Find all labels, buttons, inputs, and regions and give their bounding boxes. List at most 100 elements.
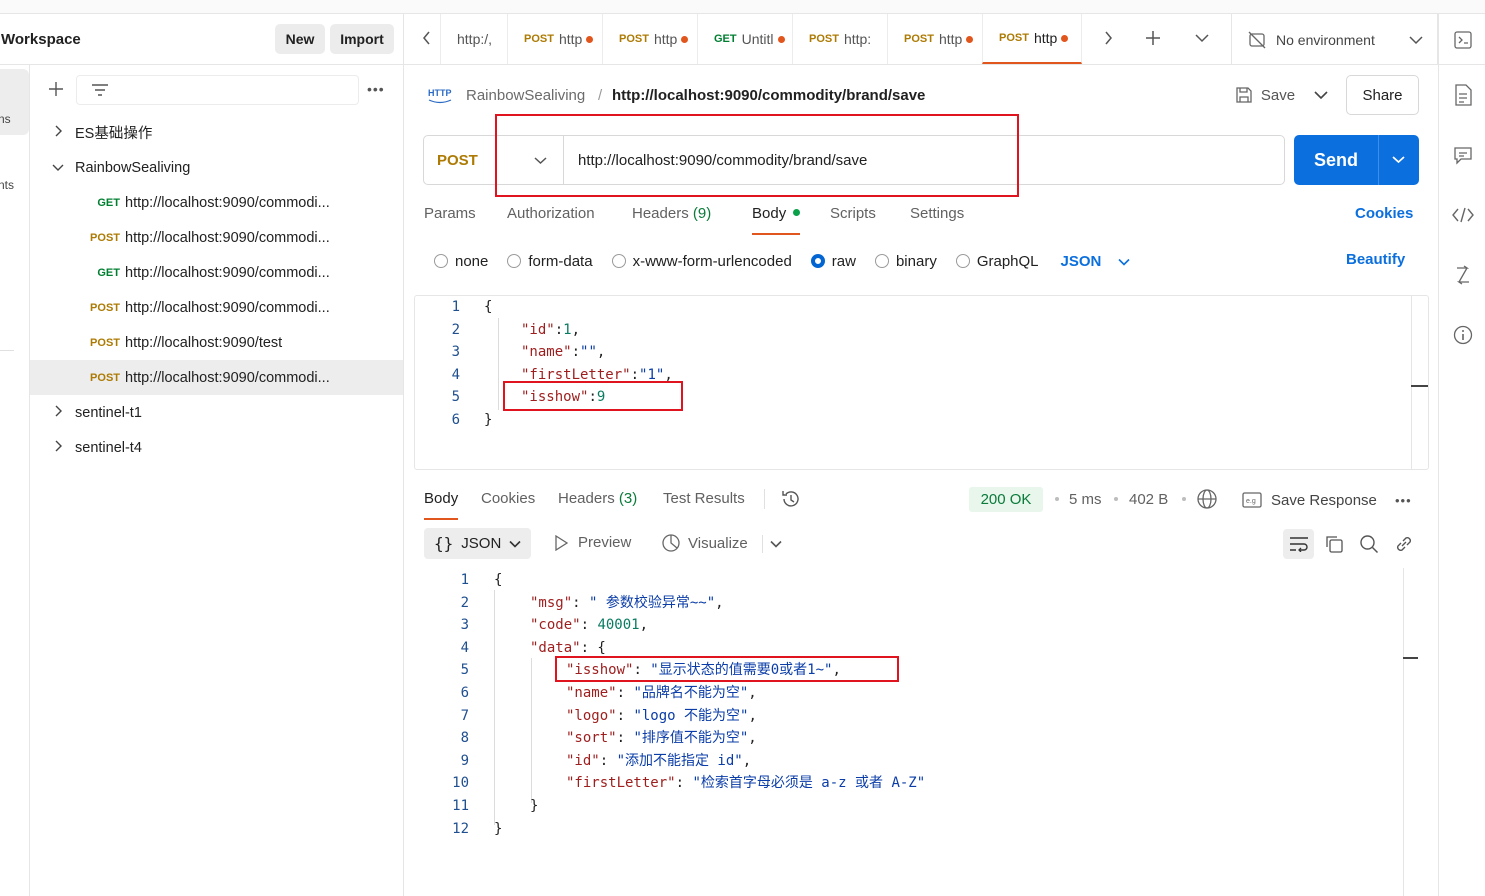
code-line: "id": "添加不能指定 id",: [566, 750, 751, 773]
code-token: :: [616, 730, 634, 747]
radio-label: none: [455, 252, 489, 270]
request-item[interactable]: GET http://localhost:9090/commodi...: [30, 185, 403, 220]
response-tab-body[interactable]: Body: [424, 490, 459, 520]
cookies-link[interactable]: Cookies: [1355, 205, 1413, 222]
line-number: 4: [451, 366, 460, 383]
request-tab[interactable]: POST http: [602, 14, 697, 64]
more-icon[interactable]: •••: [367, 81, 385, 97]
new-button[interactable]: New: [275, 24, 325, 54]
request-tab-active[interactable]: POST http: [982, 14, 1082, 64]
radio-none[interactable]: none: [434, 253, 488, 270]
code-token: ,: [596, 344, 606, 361]
editor-scrollbar[interactable]: [1411, 296, 1412, 469]
preview-button[interactable]: Preview: [554, 534, 631, 551]
new-tab-icon[interactable]: [1145, 30, 1161, 46]
radio-binary[interactable]: binary: [874, 253, 937, 270]
folder-row[interactable]: sentinel-t4: [30, 430, 403, 465]
more-icon[interactable]: •••: [1395, 493, 1412, 508]
request-tab[interactable]: http:/,: [440, 14, 507, 64]
request-tab[interactable]: POST http: [887, 14, 982, 64]
method-badge: POST: [90, 336, 120, 349]
code-token: ,: [748, 685, 757, 701]
send-button[interactable]: Send: [1294, 135, 1419, 185]
response-tab-cookies[interactable]: Cookies: [481, 490, 535, 507]
beautify-link[interactable]: Beautify: [1346, 251, 1405, 268]
code-token: :: [580, 617, 598, 634]
save-response-icon: e.g: [1242, 492, 1262, 508]
folder-row[interactable]: RainbowSealiving: [30, 150, 403, 185]
tab-params[interactable]: Params: [424, 205, 476, 222]
sidebar: ••• ES基础操作 RainbowSealiving GET http://l…: [30, 65, 404, 896]
info-icon[interactable]: [1453, 325, 1473, 345]
request-tab[interactable]: POST http:: [792, 14, 887, 64]
folder-row[interactable]: sentinel-t1: [30, 395, 403, 430]
radio-urlencoded[interactable]: x-www-form-urlencoded: [611, 253, 792, 270]
code-line: }: [484, 409, 492, 432]
radio-raw[interactable]: raw: [810, 253, 856, 270]
tab-headers[interactable]: Headers (9): [632, 205, 711, 222]
code-token: "logo 不能为空": [633, 707, 749, 724]
preview-label: Preview: [578, 534, 632, 551]
chevron-down-icon[interactable]: [1314, 90, 1328, 100]
tab-authorization[interactable]: Authorization: [507, 205, 595, 222]
comments-icon[interactable]: [1453, 145, 1473, 165]
search-icon[interactable]: [1359, 534, 1379, 554]
request-tab[interactable]: GET Untitl: [697, 14, 792, 64]
link-icon[interactable]: [1394, 534, 1414, 554]
wrap-icon: [1289, 536, 1309, 552]
request-item-selected[interactable]: POST http://localhost:9090/commodi...: [30, 360, 403, 395]
body-format-select[interactable]: JSON: [1061, 253, 1130, 270]
sidebar-toolbar: •••: [30, 65, 403, 115]
radio-form-data[interactable]: form-data: [507, 253, 593, 270]
copy-icon[interactable]: [1324, 534, 1344, 554]
import-button[interactable]: Import: [330, 24, 394, 54]
line-number: 9: [460, 752, 469, 769]
code-icon[interactable]: [1452, 207, 1474, 223]
environment-selector[interactable]: No environment: [1231, 14, 1438, 65]
request-item[interactable]: POST http://localhost:9090/commodi...: [30, 220, 403, 255]
folder-row[interactable]: ES基础操作: [30, 115, 403, 150]
request-tab[interactable]: POST http: [507, 14, 602, 64]
radio-label: GraphQL: [976, 252, 1039, 270]
filter-input[interactable]: [76, 75, 359, 105]
play-icon: [554, 534, 568, 551]
left-rail: ns nts: [0, 65, 30, 896]
code-token: ,: [742, 752, 752, 769]
globe-icon[interactable]: [1196, 488, 1218, 510]
chevron-down-icon[interactable]: [1392, 155, 1405, 164]
breadcrumb-collection[interactable]: RainbowSealiving: [466, 87, 585, 104]
request-item[interactable]: POST http://localhost:9090/test: [30, 325, 403, 360]
response-tab-test-results[interactable]: Test Results: [663, 490, 745, 507]
add-icon[interactable]: [46, 79, 66, 99]
chevron-left-icon[interactable]: [422, 31, 432, 45]
chevron-down-icon: [509, 540, 521, 548]
chevron-right-icon[interactable]: [1103, 31, 1113, 45]
save-button[interactable]: Save: [1225, 75, 1305, 115]
tab-body[interactable]: Body: [752, 205, 801, 235]
tab-label: Untitl: [741, 31, 774, 47]
api-icon[interactable]: [1453, 30, 1473, 50]
chevron-down-icon[interactable]: [770, 540, 782, 548]
chevron-down-icon[interactable]: [1195, 33, 1209, 43]
code-token: ,: [715, 594, 724, 611]
code-token: "id": [521, 321, 555, 338]
line-number: 3: [460, 617, 469, 634]
viewer-scrollbar[interactable]: [1403, 568, 1404, 896]
response-tab-headers[interactable]: Headers (3): [558, 490, 637, 507]
history-icon[interactable]: [780, 488, 802, 510]
related-collections-icon[interactable]: [1454, 265, 1472, 285]
response-format-select[interactable]: {} JSON: [424, 528, 531, 559]
radio-graphql[interactable]: GraphQL: [955, 252, 1039, 270]
visualize-button[interactable]: Visualize: [661, 533, 748, 553]
wrap-lines-button[interactable]: [1283, 529, 1314, 559]
meta-dot: [1182, 497, 1186, 501]
save-response-button[interactable]: e.g Save Response: [1242, 489, 1377, 511]
request-item[interactable]: POST http://localhost:9090/commodi...: [30, 290, 403, 325]
tab-scripts[interactable]: Scripts: [830, 205, 876, 222]
documentation-icon[interactable]: [1454, 84, 1472, 106]
request-item[interactable]: GET http://localhost:9090/commodi...: [30, 255, 403, 290]
code-token: }: [494, 820, 503, 837]
tab-settings[interactable]: Settings: [910, 205, 964, 222]
rail-item-collections[interactable]: ns: [0, 69, 29, 135]
share-button[interactable]: Share: [1346, 75, 1419, 115]
